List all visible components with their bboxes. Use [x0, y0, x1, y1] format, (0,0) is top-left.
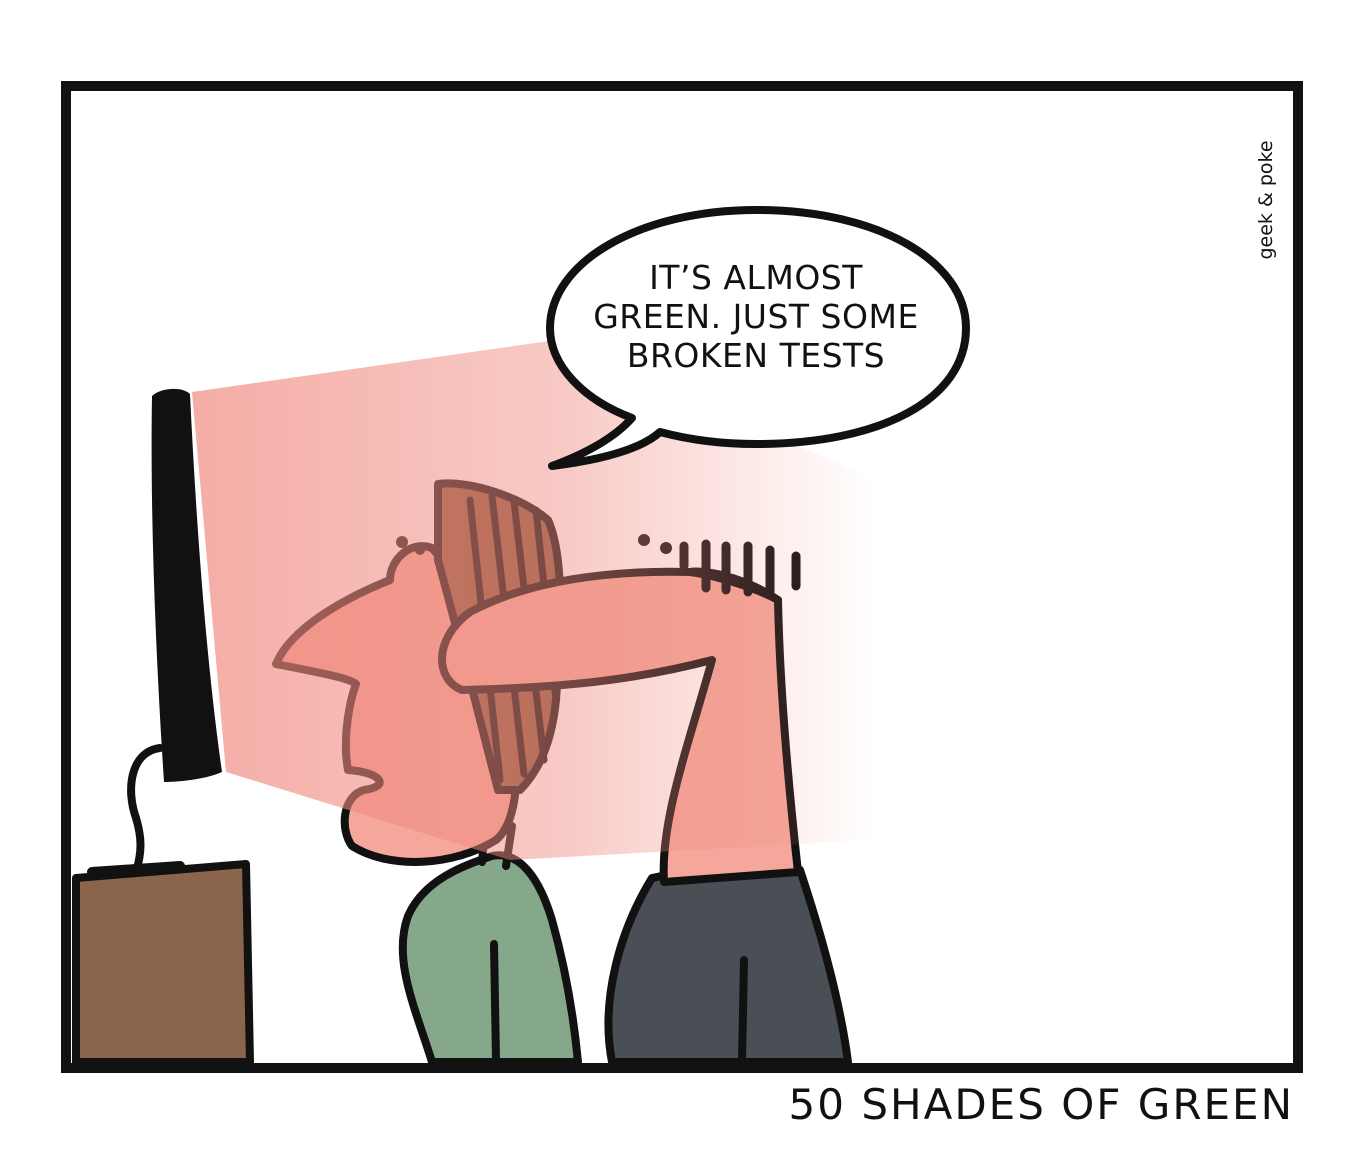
desk	[72, 860, 254, 1066]
speech-line-3: BROKEN TESTS	[626, 336, 886, 375]
speech-bubble-text: IT’S ALMOST GREEN. JUST SOME BROKEN TEST…	[556, 258, 956, 375]
green-shirt-fold	[490, 940, 500, 1064]
gray-shirt-fold	[738, 956, 748, 1064]
comic-panel	[61, 81, 1303, 1073]
artist-signature: geek & poke	[1255, 140, 1277, 260]
speech-line-2: GREEN. JUST SOME	[593, 297, 919, 336]
person-gray-shirt	[604, 864, 852, 1066]
comic-caption: 50 SHADES OF GREEN	[788, 1080, 1294, 1129]
speech-line-1: IT’S ALMOST	[649, 258, 863, 297]
